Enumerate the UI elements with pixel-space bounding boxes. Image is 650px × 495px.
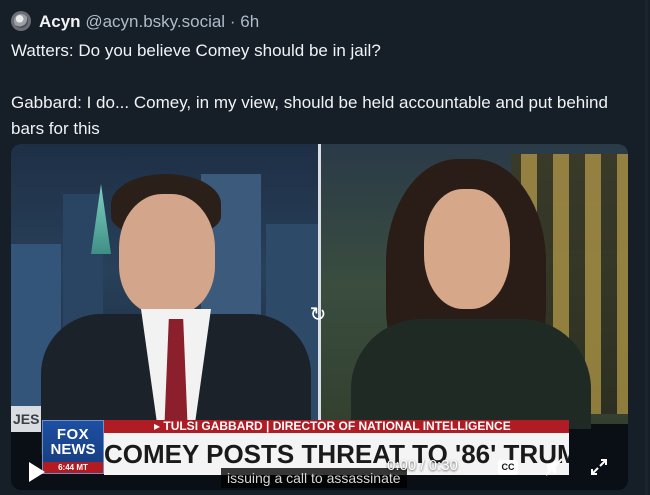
video-player[interactable]: JES FOX NEWS 6:44 MT ▸ TULSI GABBARD | D…: [11, 144, 628, 490]
guest-figure: [341, 159, 601, 429]
video-right-panel: [321, 144, 628, 429]
play-icon[interactable]: [29, 462, 45, 482]
author-name[interactable]: Acyn: [39, 12, 81, 31]
video-controls: 0:00 / 0:30 CC: [11, 450, 628, 490]
muted-speaker-icon[interactable]: [542, 456, 566, 480]
scrollbar[interactable]: [645, 0, 648, 495]
author-handle[interactable]: @acyn.bsky.social: [85, 12, 225, 31]
post: Acyn @acyn.bsky.social · 6h Watters: Do …: [0, 0, 650, 495]
left-name-tag: JES: [11, 406, 41, 432]
post-text: Watters: Do you believe Comey should be …: [11, 38, 631, 142]
post-paragraph: Gabbard: I do... Comey, in my view, shou…: [11, 93, 608, 138]
fullscreen-icon[interactable]: [587, 456, 611, 480]
separator-dot: ·: [229, 12, 236, 31]
author-avatar[interactable]: [11, 11, 31, 31]
post-header: Acyn @acyn.bsky.social · 6h: [39, 11, 259, 33]
loading-spinner-icon: ↻: [309, 304, 327, 326]
captions-button[interactable]: CC: [498, 460, 518, 475]
video-time-display: 0:00 / 0:30: [387, 457, 458, 474]
host-figure: [41, 174, 311, 459]
video-left-panel: [11, 144, 318, 459]
lower-third-name-bar: ▸ TULSI GABBARD | DIRECTOR OF NATIONAL I…: [104, 420, 569, 433]
post-time[interactable]: 6h: [240, 12, 259, 31]
post-paragraph: Watters: Do you believe Comey should be …: [11, 41, 381, 60]
